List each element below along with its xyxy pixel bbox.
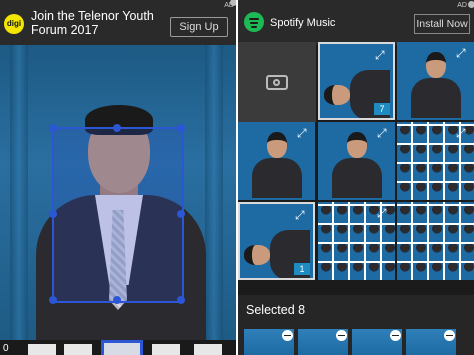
portrait-photo <box>0 45 236 340</box>
grid-photo[interactable]: ⤢ <box>397 42 474 120</box>
sign-up-button[interactable]: Sign Up <box>170 17 228 37</box>
curtain-fold <box>205 45 223 340</box>
rotate-icon[interactable]: 0 <box>3 343 9 354</box>
remove-icon[interactable] <box>282 330 293 341</box>
expand-icon[interactable]: ⤢ <box>456 127 469 140</box>
expand-icon[interactable]: ⤢ <box>377 127 390 140</box>
camera-icon <box>266 75 288 90</box>
ratio-option[interactable] <box>28 344 56 355</box>
ad-banner-spotify[interactable]: Spotify Music Install Now AD <box>238 0 474 45</box>
selected-thumb[interactable] <box>244 329 294 355</box>
grid-photo-tiled[interactable]: ⤢ <box>397 122 474 200</box>
crop-handle-right[interactable] <box>177 210 185 218</box>
curtain-fold <box>10 45 28 340</box>
ratio-option[interactable] <box>152 344 180 355</box>
aspect-ratio-strip <box>0 340 236 355</box>
grid-photo[interactable]: ⤢ <box>318 122 395 200</box>
ad-title: Spotify Music <box>270 17 336 29</box>
ad-banner-telenor[interactable]: digi Join the Telenor Youth Forum 2017 S… <box>0 0 236 45</box>
install-now-button[interactable]: Install Now <box>414 14 470 34</box>
crop-handle-left[interactable] <box>49 210 57 218</box>
expand-icon[interactable]: ⤢ <box>375 49 388 62</box>
selected-thumb[interactable] <box>352 329 402 355</box>
grid-photo[interactable]: ⤢ 1 <box>238 202 315 280</box>
selection-number: 1 <box>294 263 310 275</box>
selected-tray: Selected 8 <box>238 295 474 355</box>
crop-frame[interactable] <box>49 124 185 304</box>
remove-icon[interactable] <box>444 330 455 341</box>
grid-photo-tiled[interactable] <box>397 202 474 280</box>
remove-icon[interactable] <box>390 330 401 341</box>
spotify-icon <box>244 12 264 32</box>
ad-info-icon[interactable] <box>468 1 474 8</box>
grid-photo[interactable]: ⤢ <box>238 122 315 200</box>
crop-handle-bottom-left[interactable] <box>49 296 57 304</box>
crop-handle-top-left[interactable] <box>49 124 57 132</box>
selected-thumb[interactable] <box>406 329 456 355</box>
ratio-option[interactable] <box>194 344 222 355</box>
expand-icon[interactable]: ⤢ <box>456 47 469 60</box>
ad-info-icon[interactable] <box>230 0 236 6</box>
selected-count-label: Selected 8 <box>246 303 306 317</box>
selection-number: 7 <box>374 103 390 115</box>
camera-tile[interactable] <box>238 42 316 122</box>
expand-icon[interactable]: ⤢ <box>295 209 308 222</box>
ad-tag: AD <box>457 2 467 9</box>
crop-handle-top-right[interactable] <box>177 124 185 132</box>
grid-photo[interactable]: ⤢ 7 <box>318 42 395 120</box>
selected-thumb[interactable] <box>298 329 348 355</box>
ratio-option-selected[interactable] <box>101 340 143 355</box>
remove-icon[interactable] <box>336 330 347 341</box>
photo-grid: ⤢ 7 ⤢ ⤢ ⤢ ⤢ ⤢ 1 ⤢ <box>238 42 474 282</box>
ratio-option[interactable] <box>64 344 92 355</box>
crop-handle-bottom-right[interactable] <box>177 296 185 304</box>
grid-photo-tiled[interactable]: ⤢ <box>318 202 395 280</box>
gallery-picker-panel: Spotify Music Install Now AD ⤢ 7 ⤢ ⤢ ⤢ ⤢ <box>238 0 474 355</box>
expand-icon[interactable]: ⤢ <box>377 207 390 220</box>
digi-logo: digi <box>4 14 24 34</box>
expand-icon[interactable]: ⤢ <box>297 127 310 140</box>
crop-handle-top[interactable] <box>113 124 121 132</box>
crop-handle-bottom[interactable] <box>113 296 121 304</box>
crop-editor-panel: digi Join the Telenor Youth Forum 2017 S… <box>0 0 236 355</box>
ad-title: Join the Telenor Youth Forum 2017 <box>31 9 154 37</box>
